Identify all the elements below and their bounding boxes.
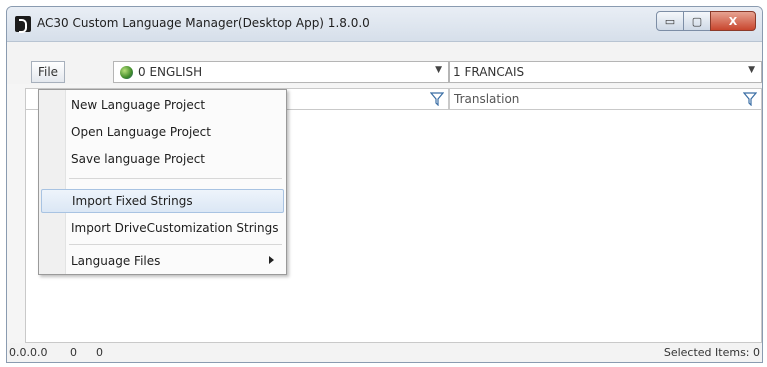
menu-item-open-language-project[interactable]: Open Language Project (41, 120, 284, 144)
window-title: AC30 Custom Language Manager(Desktop App… (37, 16, 370, 30)
minimize-button[interactable]: ▭ (656, 11, 684, 31)
close-icon: X (728, 14, 738, 28)
window-controls: ▭ ▢ X (656, 11, 756, 31)
target-language-value: 1 FRANCAIS (453, 65, 525, 79)
menu-icon-gutter (39, 90, 66, 274)
menu-item-label: Import Fixed Strings (72, 194, 193, 208)
menu-item-label: New Language Project (71, 98, 206, 112)
menu-item-new-language-project[interactable]: New Language Project (41, 93, 284, 117)
status-selected-items: Selected Items: 0 (663, 346, 760, 359)
menu-item-save-language-project[interactable]: Save language Project (41, 147, 284, 171)
app-logo-icon (15, 16, 31, 33)
menu-item-import-fixed-strings[interactable]: Import Fixed Strings (41, 189, 284, 213)
submenu-arrow-icon (269, 256, 274, 264)
menu-item-language-files[interactable]: Language Files (41, 249, 284, 273)
source-language-value: 0 ENGLISH (138, 65, 203, 79)
menu-separator (69, 244, 282, 245)
menu-item-import-drivecustomization-strings[interactable]: Import DriveCustomization Strings (41, 216, 284, 240)
column-header-translation-label: Translation (454, 92, 520, 106)
status-count-a: 0 (70, 346, 77, 359)
chevron-down-icon: ▼ (435, 65, 442, 75)
menu-item-label: Import DriveCustomization Strings (71, 221, 279, 235)
maximize-button[interactable]: ▢ (683, 11, 711, 31)
filter-icon[interactable] (743, 92, 757, 106)
status-bar: 0.0.0.0 0 0 Selected Items: 0 (7, 343, 762, 362)
status-version: 0.0.0.0 (9, 346, 48, 359)
file-menu-button[interactable]: File (31, 61, 65, 83)
column-header-translation[interactable]: Translation (449, 88, 762, 110)
status-count-b: 0 (96, 346, 103, 359)
filter-icon[interactable] (430, 92, 444, 106)
chevron-down-icon: ▼ (748, 65, 755, 75)
close-button[interactable]: X (710, 11, 756, 31)
source-language-select[interactable]: 0 ENGLISH ▼ (113, 61, 449, 83)
menu-item-label: Language Files (71, 254, 161, 268)
menu-item-label: Save language Project (71, 152, 206, 166)
maximize-icon: ▢ (691, 14, 703, 28)
toolbar: File 0 ENGLISH ▼ 1 FRANCAIS ▼ (7, 42, 762, 84)
app-window: AC30 Custom Language Manager(Desktop App… (6, 6, 763, 363)
file-dropdown-menu: New Language Project Open Language Proje… (38, 89, 287, 275)
target-language-select[interactable]: 1 FRANCAIS ▼ (449, 61, 762, 83)
title-bar[interactable]: AC30 Custom Language Manager(Desktop App… (7, 7, 762, 42)
minimize-icon: ▭ (664, 14, 676, 28)
menu-separator (69, 178, 282, 179)
menu-item-label: Open Language Project (71, 125, 211, 139)
globe-icon (120, 65, 133, 79)
